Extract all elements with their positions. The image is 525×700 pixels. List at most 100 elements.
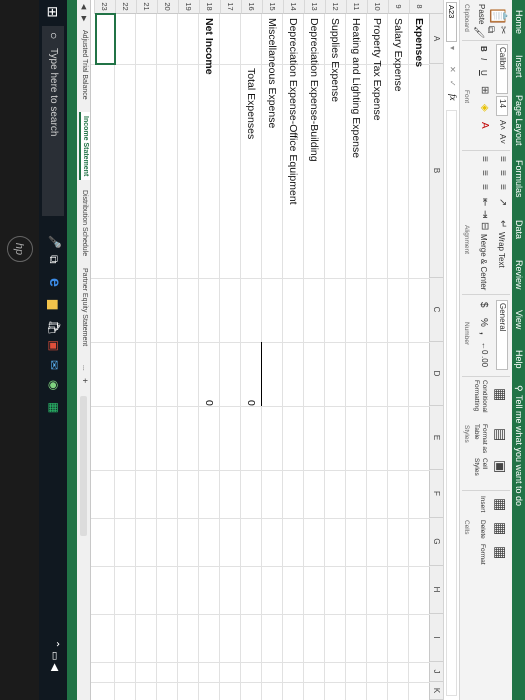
format-cells-icon[interactable]: ▦ [492,546,509,559]
row-header[interactable]: 20 [157,0,178,14]
name-box[interactable]: A23 [446,2,457,42]
row-header[interactable]: 16 [241,0,262,14]
delete-cells-icon[interactable]: ▦ [492,522,509,535]
tab-help[interactable]: Help [514,350,524,369]
paste-button[interactable]: Paste [477,4,486,24]
format-cells-button[interactable]: Format [479,544,486,565]
sheet-tab-income-statement[interactable]: Income Statement [79,112,90,181]
row-header[interactable]: 8 [409,0,430,14]
more-sheets-button[interactable]: ... [81,365,88,371]
delete-cells-button[interactable]: Delete [479,520,486,539]
orientation-icon[interactable]: ↗ [497,198,508,206]
cell-miscellaneous-expense[interactable]: Miscellaneous Expense [265,18,279,128]
insert-function-button[interactable]: fx [448,94,458,101]
bold-button[interactable]: B [479,46,488,52]
select-all-corner[interactable] [430,0,443,14]
search-box[interactable]: ○ Type here to search [42,26,64,216]
cancel-icon[interactable]: ✕ [448,66,457,73]
decrease-decimal-icon[interactable]: .00 [480,356,489,367]
row-header[interactable]: 17 [220,0,241,14]
align-left-icon[interactable]: ≡ [479,156,490,162]
column-header[interactable]: K [430,682,443,700]
cell-styles-icon[interactable]: ▣ [492,460,509,473]
tell-me-box[interactable]: Tell me what you want to do [514,395,524,506]
align-right-icon[interactable]: ≡ [479,184,490,190]
excel-taskbar-icon[interactable]: ▦ [47,402,61,413]
tab-data[interactable]: Data [514,220,524,239]
wrap-text-button[interactable]: Wrap Text [497,232,506,268]
row-header[interactable]: 9 [388,0,409,14]
column-header[interactable]: A [430,14,443,64]
format-as-table-icon[interactable]: ▤ [492,428,509,441]
row-header[interactable]: 22 [115,0,136,14]
font-color-icon[interactable]: A [479,122,490,129]
merge-center-button[interactable]: Merge & Center [479,234,488,290]
number-format-select[interactable]: General [496,300,508,370]
cell-styles-button[interactable]: Cell Styles [472,458,488,484]
middle-align-icon[interactable]: ≡ [497,170,508,176]
top-align-icon[interactable]: ≡ [497,156,508,162]
row-header[interactable]: 14 [283,0,304,14]
cell-total-expenses-value[interactable]: 0 [244,400,258,406]
windows-start-icon[interactable]: ⊞ [44,6,61,18]
column-header[interactable]: C [430,278,443,342]
tab-formulas[interactable]: Formulas [514,160,524,198]
cell-net-income-value[interactable]: 0 [202,400,216,406]
add-sheet-button[interactable]: + [80,378,90,383]
file-explorer-icon[interactable]: ▆ [47,300,61,309]
chevron-down-icon[interactable]: ▾ [448,46,457,50]
format-painter-icon[interactable]: 🖌 [473,26,484,39]
column-header[interactable]: F [430,470,443,518]
increase-font-icon[interactable]: A˄ [498,120,507,130]
wrap-text-icon[interactable]: ↵ [497,220,508,228]
enter-icon[interactable]: ✓ [448,80,457,87]
cell-supplies-expense[interactable]: Supplies Expense [328,18,342,102]
horizontal-scrollbar[interactable] [80,396,87,536]
underline-button[interactable]: U [479,70,488,76]
column-header[interactable]: I [430,614,443,662]
currency-button[interactable]: $ [478,302,489,308]
cell-net-income[interactable]: Net Income [202,18,216,75]
cell-salary-expense[interactable]: Salary Expense [391,18,405,92]
row-header[interactable]: 11 [346,0,367,14]
row-header[interactable]: 19 [178,0,199,14]
increase-decimal-icon[interactable]: ←0 [480,342,489,354]
worksheet-grid[interactable]: A B C D E F G H I J K 8 9 10 11 12 13 14 [91,0,443,700]
row-header[interactable]: 18 [199,0,220,14]
row-header[interactable]: 13 [304,0,325,14]
column-header[interactable]: G [430,518,443,566]
cell-depreciation-building[interactable]: Depreciation Expense-Building [307,18,321,162]
percent-button[interactable]: % [478,318,489,327]
selected-cell[interactable] [95,13,116,65]
tab-page-layout[interactable]: Page Layout [514,95,524,146]
paste-icon[interactable]: 📋 [488,6,508,26]
insert-cells-button[interactable]: Insert [479,496,486,512]
edge-browser-icon[interactable]: e [45,278,63,287]
align-center-icon[interactable]: ≡ [479,170,490,176]
cell-property-tax-expense[interactable]: Property Tax Expense [370,18,384,121]
conditional-formatting-icon[interactable]: ▦ [492,388,509,401]
office-icon[interactable]: ▣ [47,340,61,351]
column-header[interactable]: B [430,64,443,278]
font-name-select[interactable]: Calibri [496,44,508,94]
conditional-formatting-button[interactable]: Conditional Formatting [472,380,488,420]
tab-view[interactable]: View [514,310,524,329]
mail-icon[interactable]: ✉ [47,360,61,370]
bottom-align-icon[interactable]: ≡ [497,184,508,190]
row-header[interactable]: 10 [367,0,388,14]
cell-expenses-heading[interactable]: Expenses [412,18,426,67]
column-header[interactable]: E [430,406,443,470]
cell-total-expenses[interactable]: Total Expenses [244,64,258,139]
outdent-icon[interactable]: ⇥ [479,210,490,218]
column-header[interactable]: D [430,342,443,406]
microphone-icon[interactable]: 🎤 [48,235,61,249]
store-icon[interactable]: 🛍 [47,320,61,335]
insert-cells-icon[interactable]: ▦ [492,498,509,511]
italic-button[interactable]: I [479,58,488,60]
sheet-tab-partner-equity-statement[interactable]: Partner Equity Statement [81,268,88,346]
column-header[interactable]: H [430,566,443,614]
column-header[interactable]: J [430,662,443,682]
format-as-table-button[interactable]: Format as Table [472,424,488,456]
row-header[interactable]: 15 [262,0,283,14]
decrease-font-icon[interactable]: A˅ [498,134,507,144]
